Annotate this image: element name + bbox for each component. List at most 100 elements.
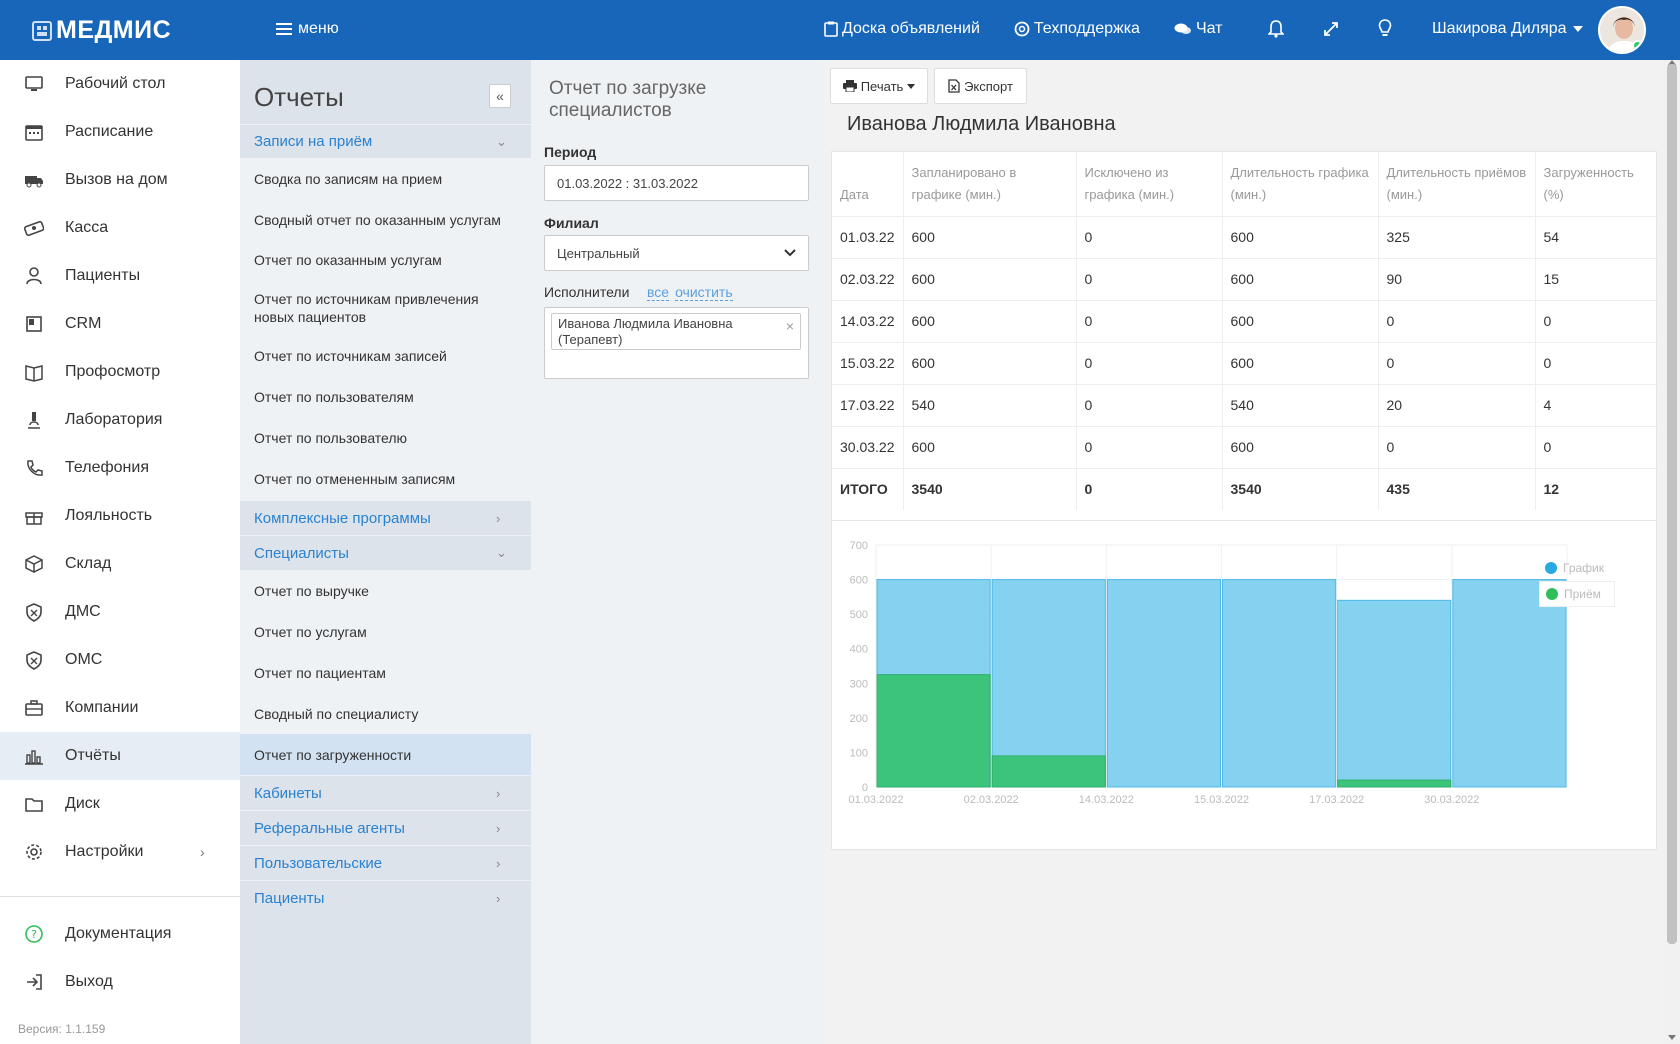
caret-down-icon xyxy=(1572,26,1583,32)
scroll-down-arrow[interactable] xyxy=(1668,1035,1676,1040)
legend-item[interactable]: Приём xyxy=(1539,581,1615,607)
logo-icon xyxy=(32,20,52,41)
report-item[interactable]: Сводка по записям на прием xyxy=(240,158,531,200)
section-label: Реферальные агенты xyxy=(254,819,405,837)
sidebar-item-briefcase[interactable]: Компании xyxy=(0,684,240,732)
expand-icon[interactable] xyxy=(1323,21,1339,37)
report-item[interactable]: Сводный по специалисту xyxy=(240,693,531,734)
section-cabinets[interactable]: Кабинеты › xyxy=(240,775,531,810)
sidebar-item-crm[interactable]: CRM xyxy=(0,300,240,348)
report-item[interactable]: Отчет по отмененным записям xyxy=(240,458,531,500)
section-patients[interactable]: Пациенты › xyxy=(240,880,531,915)
report-item[interactable]: Отчет по услугам xyxy=(240,611,531,652)
report-item[interactable]: Отчет по пользователю xyxy=(240,418,531,458)
section-appointments[interactable]: Записи на приём ⌄ xyxy=(240,124,531,158)
board-link[interactable]: Доска объявлений xyxy=(824,20,980,38)
period-input[interactable]: 01.03.2022 : 31.03.2022 xyxy=(544,165,809,201)
period-label: Период xyxy=(544,144,597,160)
table-cell: 600 xyxy=(903,257,1077,300)
col-excluded: Исключено из графика (мин.) xyxy=(1076,152,1223,216)
export-button[interactable]: Экспорт xyxy=(934,68,1027,104)
app-logo[interactable]: МЕДМИС xyxy=(32,16,171,45)
chevron-down-icon: ⌄ xyxy=(496,545,507,560)
chat-icon xyxy=(1174,23,1191,34)
table-row: 01.03.22 600 0 600 325 54 xyxy=(832,215,1658,258)
report-item[interactable]: Отчет по источникам привлечения новых па… xyxy=(240,280,531,336)
gift-icon xyxy=(25,512,43,525)
page-scrollbar[interactable] xyxy=(1664,60,1680,1044)
performers-box[interactable]: Иванова Людмила Ивановна (Терапевт) × xyxy=(544,307,809,379)
y-tick-label: 700 xyxy=(850,540,868,552)
top-bar: МЕДМИС меню Доска объявлений Техподдержк… xyxy=(0,0,1680,60)
branch-select[interactable]: Центральный xyxy=(544,235,809,271)
report-item[interactable]: Сводный отчет по оказанным услугам xyxy=(240,200,531,240)
report-item[interactable]: Отчет по источникам записей xyxy=(240,336,531,376)
legend-item[interactable]: График xyxy=(1539,555,1615,581)
sidebar-item-microscope[interactable]: Лаборатория xyxy=(0,396,240,444)
version-label: Версия: 1.1.159 xyxy=(18,1022,106,1036)
sidebar-item-book[interactable]: Профосмотр xyxy=(0,348,240,396)
avatar[interactable] xyxy=(1598,6,1646,54)
sidebar-item-chart[interactable]: Отчёты xyxy=(0,732,240,780)
sidebar-item-monitor[interactable]: Рабочий стол xyxy=(0,60,240,108)
collapse-button[interactable]: « xyxy=(489,84,511,108)
sidebar-item-shield[interactable]: ОМС xyxy=(0,636,240,684)
sidebar-item-phone[interactable]: Телефония xyxy=(0,444,240,492)
monitor-icon xyxy=(25,76,43,91)
section-custom[interactable]: Пользовательские › xyxy=(240,845,531,880)
table-cell: 0 xyxy=(1076,383,1223,426)
support-link[interactable]: Техподдержка xyxy=(1014,20,1140,38)
table-cell: 0 xyxy=(1076,341,1223,384)
scroll-thumb[interactable] xyxy=(1667,64,1677,944)
online-status-dot xyxy=(1632,40,1643,51)
remove-tag-icon[interactable]: × xyxy=(786,318,794,334)
section-programs[interactable]: Комплексные программы › xyxy=(240,500,531,535)
section-specialists[interactable]: Специалисты ⌄ xyxy=(240,535,531,570)
sidebar-item-shield[interactable]: ДМС xyxy=(0,588,240,636)
bar-schedule xyxy=(1452,579,1567,788)
bar-appointments xyxy=(876,674,991,788)
report-item[interactable]: Отчет по пользователям xyxy=(240,376,531,418)
legend-dot xyxy=(1546,588,1558,600)
clear-link[interactable]: очистить xyxy=(675,284,733,301)
sidebar-item-box[interactable]: Склад xyxy=(0,540,240,588)
table-cell: 325 xyxy=(1378,215,1536,258)
sidebar-item-folder[interactable]: Диск xyxy=(0,780,240,828)
sidebar-item-gear[interactable]: Настройки › xyxy=(0,828,240,876)
section-referral[interactable]: Реферальные агенты › xyxy=(240,810,531,845)
report-item[interactable]: Отчет по выручке xyxy=(240,570,531,611)
chevron-down-icon xyxy=(784,249,796,257)
lightbulb-icon[interactable] xyxy=(1378,19,1392,39)
book-icon xyxy=(25,365,43,382)
menu-button[interactable]: меню xyxy=(276,20,339,38)
print-button[interactable]: Печать xyxy=(830,68,928,104)
chat-link[interactable]: Чат xyxy=(1174,20,1223,38)
sidebar-item-money[interactable]: Касса xyxy=(0,204,240,252)
x-tick-label: 15.03.2022 xyxy=(1194,794,1249,806)
table-cell: 0 xyxy=(1378,341,1536,384)
table-row: 30.03.22 600 0 600 0 0 xyxy=(832,425,1658,468)
sidebar-item-label: Диск xyxy=(65,795,100,812)
user-menu[interactable]: Шакирова Диляра xyxy=(1432,20,1583,38)
sidebar-item-user[interactable]: Пациенты xyxy=(0,252,240,300)
report-item[interactable]: Отчет по пациентам xyxy=(240,652,531,693)
menu-label: меню xyxy=(298,20,339,37)
table-cell: 14.03.22 xyxy=(832,299,904,342)
phone-icon xyxy=(27,460,43,476)
table-row: 17.03.22 540 0 540 20 4 xyxy=(832,383,1658,426)
sidebar-item-gift[interactable]: Лояльность xyxy=(0,492,240,540)
bell-icon[interactable] xyxy=(1268,20,1284,38)
table-cell: 0 xyxy=(1076,467,1223,510)
sidebar-item-help[interactable]: ? Документация xyxy=(0,910,240,958)
sidebar-item-logout[interactable]: Выход xyxy=(0,958,240,1006)
sidebar-item-calendar[interactable]: Расписание xyxy=(0,108,240,156)
chat-label: Чат xyxy=(1195,20,1223,37)
table-cell: 12 xyxy=(1535,467,1658,510)
caret-down-icon xyxy=(907,83,916,89)
report-item-selected[interactable]: Отчет по загруженности xyxy=(240,734,531,775)
sidebar-item-ambulance[interactable]: Вызов на дом xyxy=(0,156,240,204)
logo-text: МЕДМИС xyxy=(56,16,172,44)
select-all-link[interactable]: все xyxy=(647,284,670,301)
sidebar-item-label: ОМС xyxy=(65,651,103,668)
report-item[interactable]: Отчет по оказанным услугам xyxy=(240,240,531,280)
